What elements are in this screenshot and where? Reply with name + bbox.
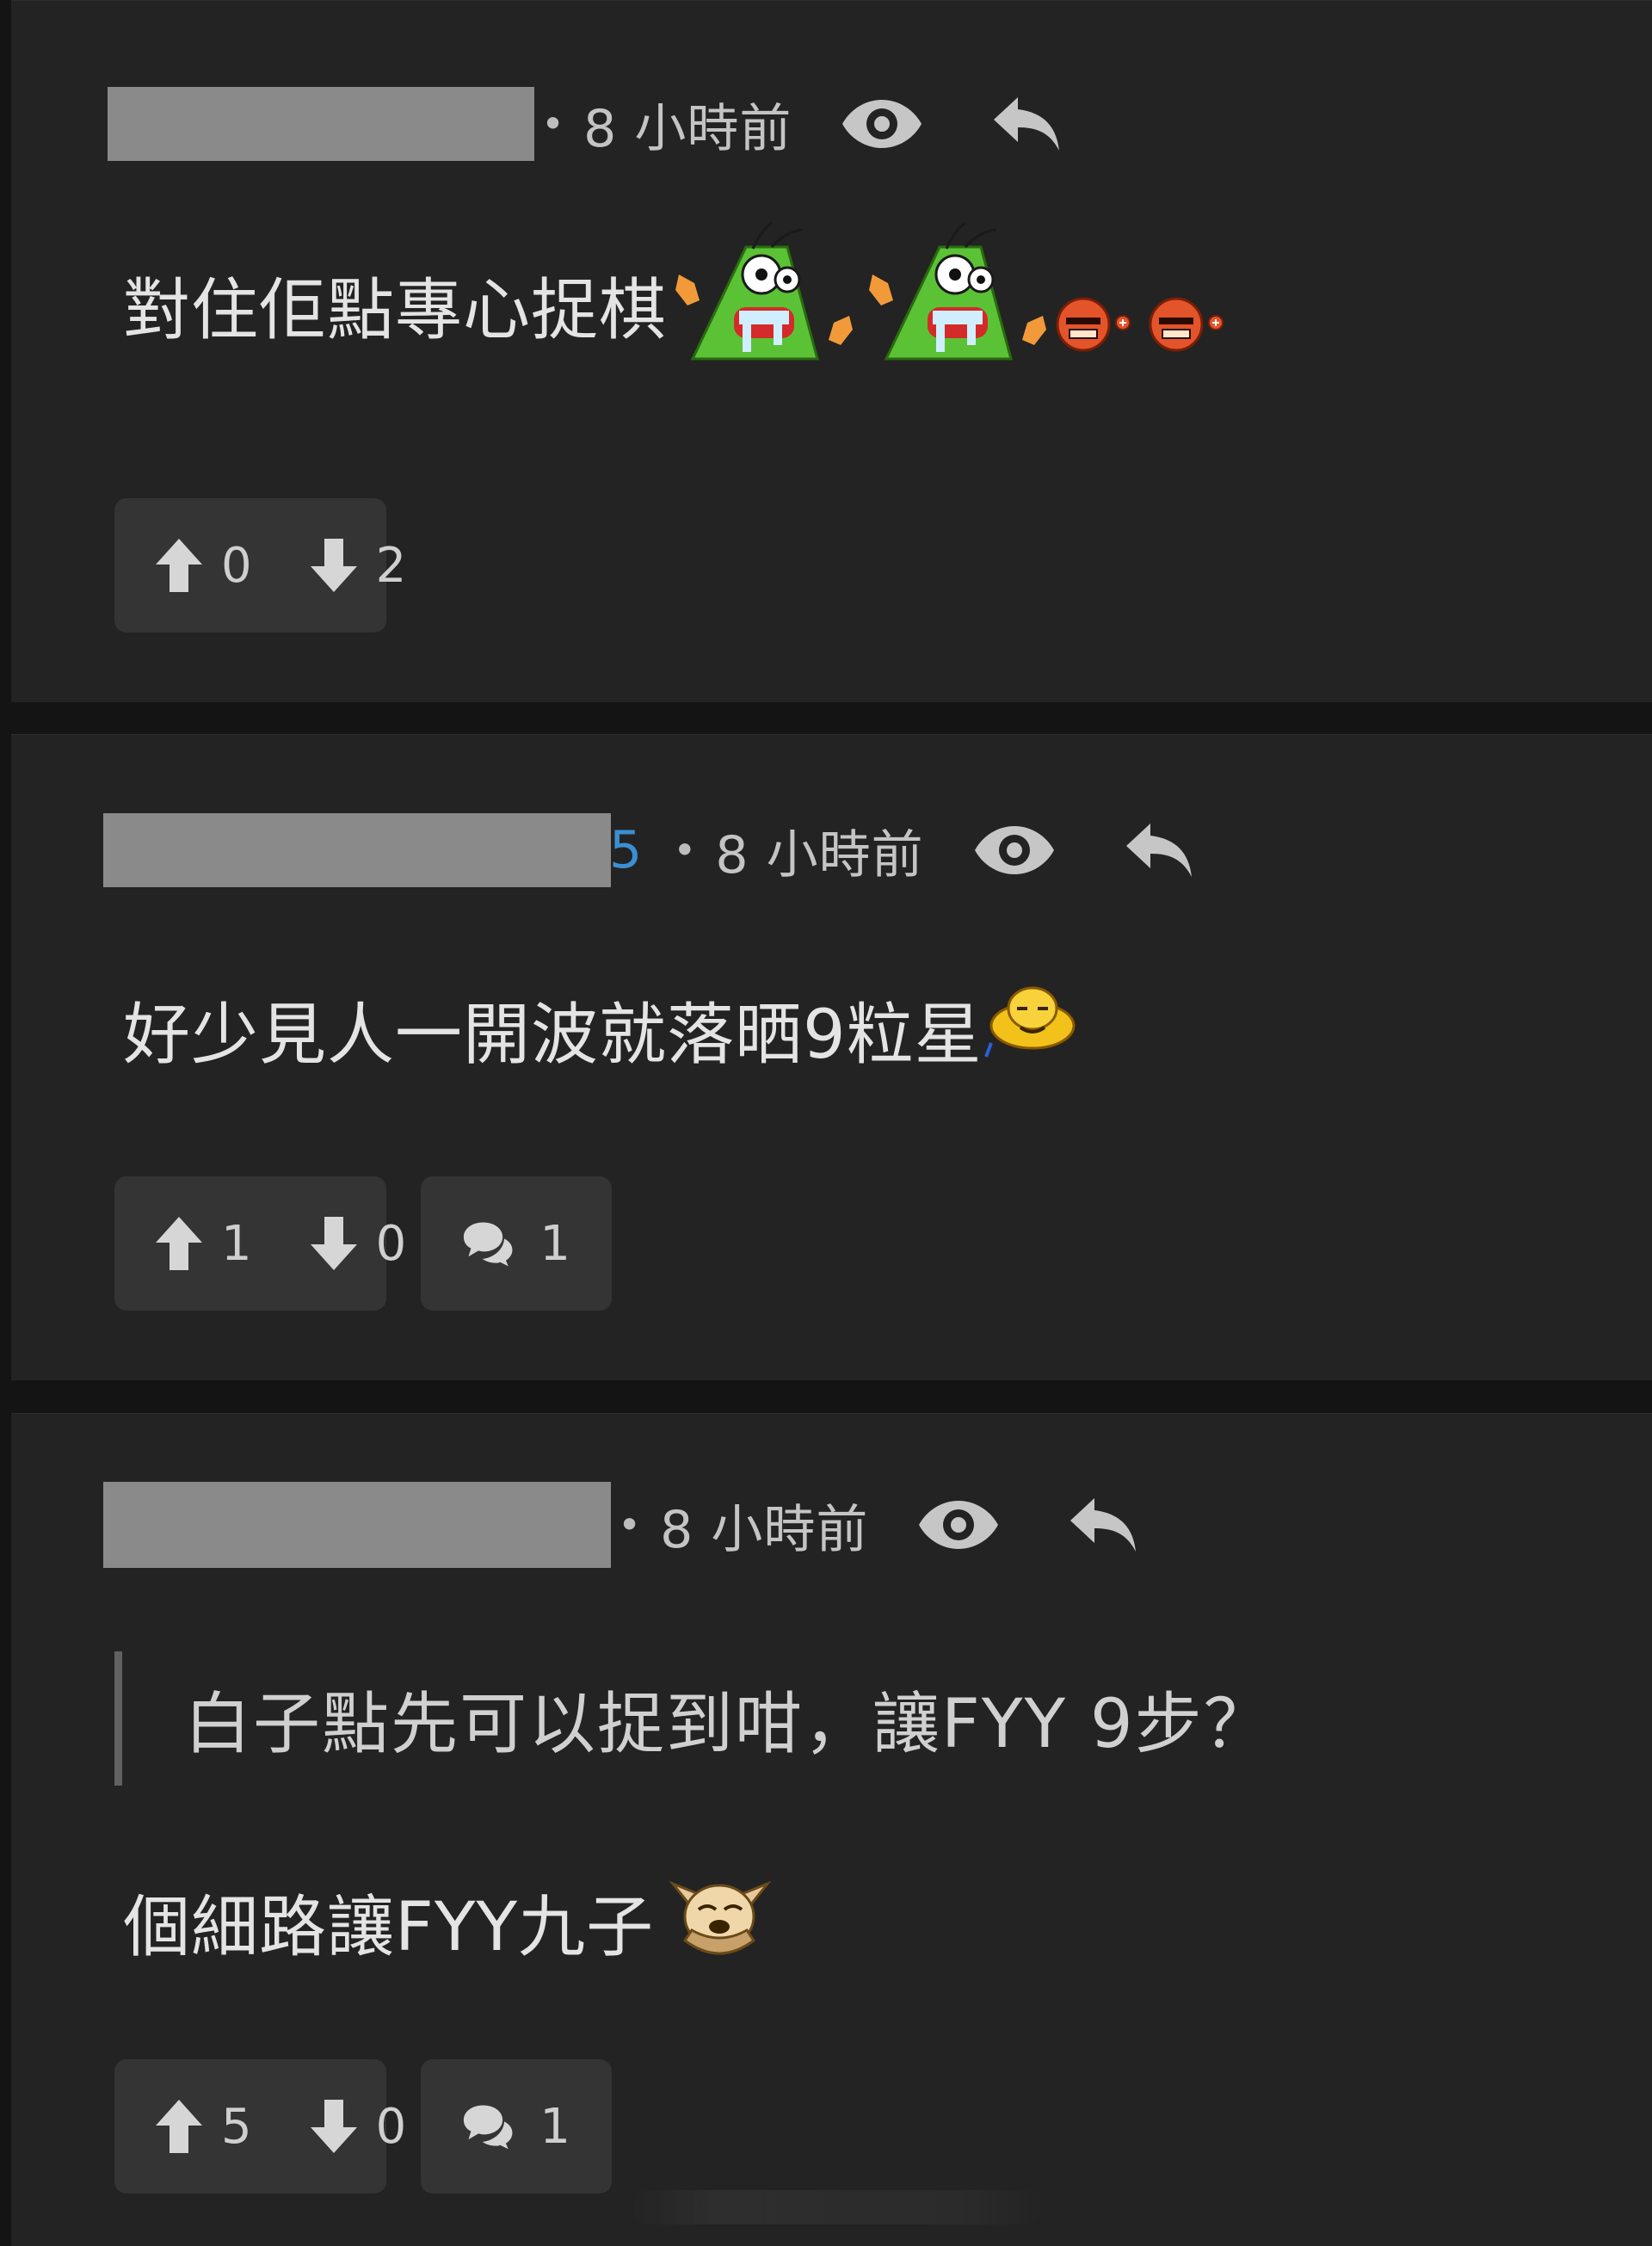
facepalm-dog-emoji [668,1867,772,1978]
vote-pill: 0 2 [114,498,406,632]
username-tail[interactable]: 5 [609,820,642,880]
arrow-down-icon [310,1217,357,1270]
red-bomb-face-emoji [1147,292,1240,370]
yellow-sweating-face-emoji [983,983,1077,1077]
redacted-username [103,1482,611,1568]
comment-card: • 8 小時前 白子點先可以捉到咁，讓FYY 9步？ 個細路讓FYY九子 5 0… [11,1413,1652,2246]
comment-text: 個細路讓FYY九子 [123,1889,655,1966]
chat-bubbles-icon [463,2105,513,2150]
comment-timestamp: 8 小時前 [715,824,924,885]
replies-button[interactable]: 1 [421,1176,612,1311]
redacted-username [103,813,611,887]
comment-feed: • 8 小時前 對住佢點專心捉棋 0 2 5 • 8 小時前 好少見人一開波就落… [11,0,1652,2246]
view-icon[interactable] [967,811,1062,889]
comment-card: • 8 小時前 對住佢點專心捉棋 0 2 [11,0,1652,702]
blurred-watermark [631,2190,1044,2224]
comment-card: 5 • 8 小時前 好少見人一開波就落晒9粒星 1 0 1 [11,734,1652,1380]
green-monster-crying-emoji [667,221,860,388]
comment-body: 個細路讓FYY九子 [123,1870,772,1973]
vote-pill: 1 0 [114,1176,406,1311]
reply-count: 1 [539,1215,570,1272]
view-icon[interactable] [911,1486,1006,1564]
downvote-count: 0 [375,2098,407,2155]
comment-actions: 0 2 [114,498,406,632]
downvote-count: 0 [375,1215,407,1272]
comment-meta: • 8 小時前 [108,85,1074,163]
upvote-button[interactable]: 0 [156,538,252,594]
downvote-button[interactable]: 0 [310,1215,407,1272]
redacted-username [108,87,534,161]
comment-actions: 1 0 1 [114,1176,612,1311]
reply-icon[interactable] [979,85,1074,163]
reply-icon[interactable] [1056,1486,1150,1564]
meta-separator: • [618,1502,642,1548]
meta-separator: • [673,827,697,873]
comment-body: 對住佢點專心捉棋 [123,221,1240,378]
arrow-down-icon [310,2100,357,2153]
upvote-button[interactable]: 1 [156,1216,252,1272]
upvote-count: 0 [221,537,252,594]
upvote-button[interactable]: 5 [156,2099,252,2155]
arrow-down-icon [310,539,357,592]
comment-actions: 5 0 1 [114,2059,612,2194]
quoted-reply: 白子點先可以捉到咁，讓FYY 9步？ [114,1651,1413,1786]
comment-text: 好少見人一開波就落晒9粒星 [123,997,983,1074]
red-bomb-face-emoji [1054,292,1147,370]
upvote-count: 1 [221,1215,252,1272]
replies-button[interactable]: 1 [421,2059,612,2194]
arrow-up-icon [156,2100,202,2153]
comment-meta: • 8 小時前 [103,1482,1150,1568]
downvote-count: 2 [375,537,407,594]
meta-separator: • [541,101,565,147]
vote-pill: 5 0 [114,2059,406,2194]
reply-count: 1 [539,2098,570,2155]
arrow-up-icon [156,539,202,592]
reply-icon[interactable] [1112,811,1206,889]
comment-text: 對住佢點專心捉棋 [123,272,668,349]
view-icon[interactable] [835,85,929,163]
downvote-button[interactable]: 2 [310,537,407,594]
comment-meta: 5 • 8 小時前 [103,811,1206,889]
comment-timestamp: 8 小時前 [660,1499,869,1560]
upvote-count: 5 [221,2098,252,2155]
quote-text: 白子點先可以捉到咁，讓FYY 9步？ [184,1686,1273,1763]
comment-body: 好少見人一開波就落晒9粒星 [123,986,1077,1074]
chat-bubbles-icon [463,1222,513,1267]
comment-timestamp: 8 小時前 [583,98,792,159]
arrow-up-icon [156,1217,202,1270]
green-monster-crying-emoji [860,221,1054,388]
downvote-button[interactable]: 0 [310,2098,407,2155]
